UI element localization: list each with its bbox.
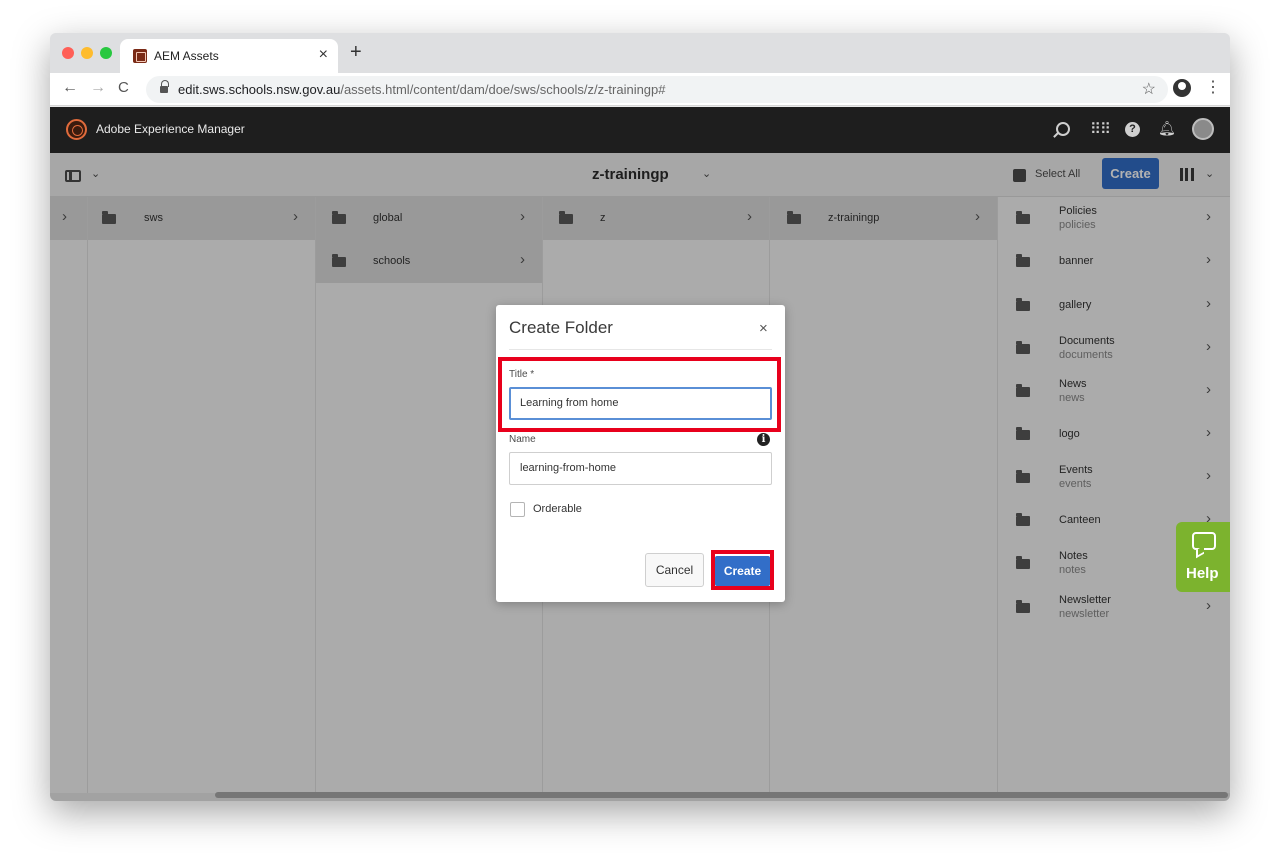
url-text: edit.sws.schools.nsw.gov.au/assets.html/… <box>178 82 666 97</box>
aem-header: Adobe Experience Manager ⠿⠿ ? 🔔︎ <box>50 107 1230 153</box>
search-icon[interactable] <box>1056 122 1070 136</box>
lock-icon <box>160 80 169 94</box>
create-folder-dialog: Create Folder × Title * Learning from ho… <box>496 305 785 602</box>
dialog-title: Create Folder <box>509 318 613 337</box>
reload-icon[interactable]: C <box>118 79 129 96</box>
apps-grid-icon[interactable]: ⠿⠿ <box>1090 120 1111 138</box>
address-bar: ← → C edit.sws.schools.nsw.gov.au/assets… <box>50 73 1230 106</box>
orderable-label: Orderable <box>533 503 582 515</box>
profile-icon[interactable] <box>1173 79 1191 97</box>
cancel-button[interactable]: Cancel <box>645 553 704 587</box>
tab-title: AEM Assets <box>154 49 219 63</box>
back-arrow-icon[interactable]: ← <box>62 79 78 97</box>
adobe-logo-icon[interactable] <box>66 119 87 140</box>
maximize-window-button[interactable] <box>100 47 112 59</box>
orderable-checkbox[interactable] <box>510 502 525 517</box>
title-field-highlight <box>498 357 781 432</box>
dialog-divider <box>509 349 772 350</box>
help-tab-label: Help <box>1186 565 1219 582</box>
browser-window: AEM Assets × + ← → C edit.sws.schools.ns… <box>50 33 1230 801</box>
browser-menu-icon[interactable]: ⋮ <box>1205 77 1221 97</box>
bookmark-star-icon[interactable]: ☆ <box>1142 79 1156 99</box>
browser-tab[interactable]: AEM Assets × <box>120 39 338 73</box>
minimize-window-button[interactable] <box>81 47 93 59</box>
user-avatar[interactable] <box>1192 118 1214 140</box>
app-title[interactable]: Adobe Experience Manager <box>96 122 245 136</box>
dialog-close-icon[interactable]: × <box>759 320 768 337</box>
tab-close-icon[interactable]: × <box>319 46 328 64</box>
close-window-button[interactable] <box>62 47 74 59</box>
help-tab[interactable]: Help <box>1176 522 1230 592</box>
url-field[interactable]: edit.sws.schools.nsw.gov.au/assets.html/… <box>146 76 1168 103</box>
forward-arrow-icon[interactable]: → <box>90 79 106 97</box>
notifications-bell-icon[interactable]: 🔔︎ <box>1158 120 1176 137</box>
chat-bubble-icon <box>1192 532 1216 550</box>
name-field-label: Name <box>509 434 536 445</box>
name-field[interactable]: learning-from-home <box>509 452 772 485</box>
new-tab-button[interactable]: + <box>350 41 362 64</box>
tab-strip: AEM Assets × + <box>50 33 1230 73</box>
aem-favicon-icon <box>133 49 147 63</box>
create-button-highlight <box>711 550 774 590</box>
info-icon[interactable]: i <box>757 433 770 446</box>
help-icon[interactable]: ? <box>1125 122 1140 137</box>
